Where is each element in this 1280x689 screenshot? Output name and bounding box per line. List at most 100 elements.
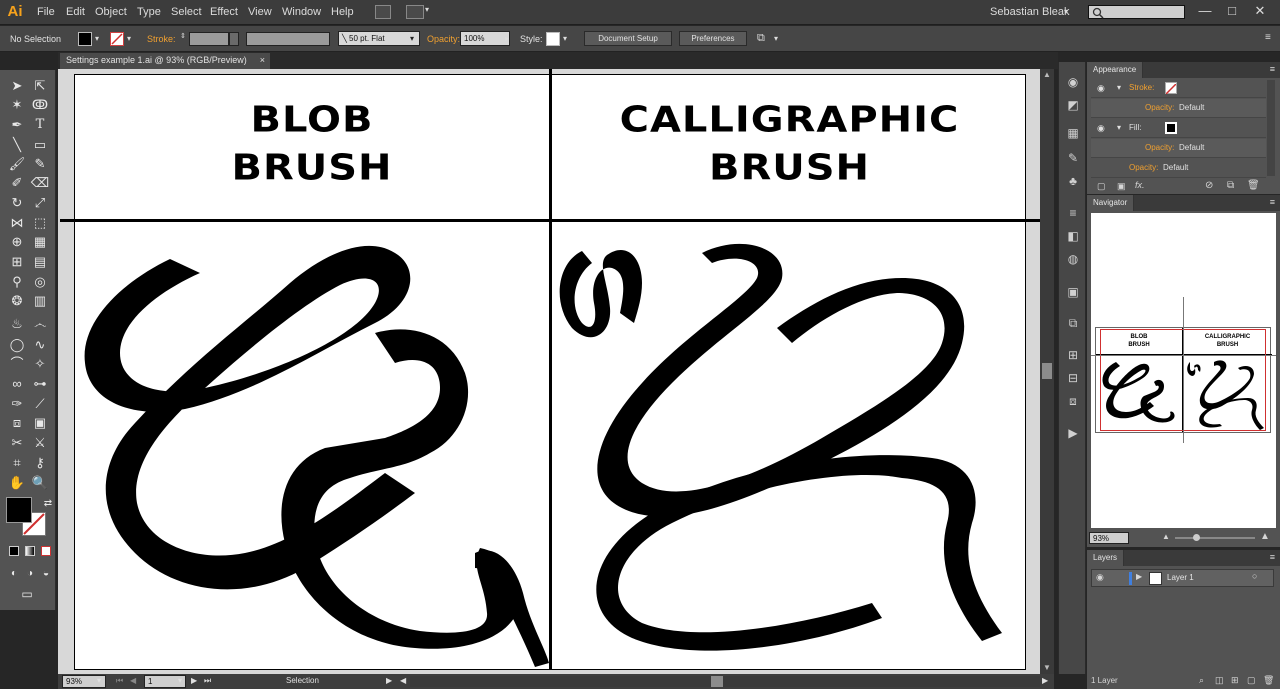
fill-color-swatch[interactable] (78, 32, 92, 46)
draw-inside-icon[interactable]: ◒ (36, 564, 56, 584)
layer-visibility-eye-icon[interactable]: ◉ (1096, 572, 1104, 583)
delete-item-icon[interactable]: 🗑 (1247, 180, 1260, 191)
align-panel-icon[interactable]: ⊞ (1065, 347, 1081, 363)
stroke-row[interactable]: ◉ ▾ Stroke: (1091, 79, 1266, 98)
layers-tab[interactable]: Layers (1087, 550, 1125, 566)
clear-appearance-icon[interactable]: ⊘ (1205, 180, 1213, 191)
pen-add-anchor-tool-icon[interactable]: ✑ (7, 394, 27, 414)
zoom-caret-icon[interactable]: ▾ (97, 676, 101, 685)
user-name[interactable]: Sebastian Bleak (990, 6, 1070, 18)
blob-stroke-tail[interactable] (475, 550, 549, 667)
new-layer-icon[interactable]: ▢ (1247, 675, 1256, 686)
close-button[interactable]: ✕ (1247, 3, 1273, 19)
expand-caret-icon[interactable]: ▾ (1117, 79, 1121, 97)
style-caret-icon[interactable]: ▾ (563, 34, 567, 43)
warp-tool-icon[interactable]: ♨ (7, 314, 27, 334)
knife-tool-icon[interactable]: ⚔ (30, 433, 50, 453)
menu-select[interactable]: Select (171, 6, 202, 18)
delete-layer-icon[interactable]: 🗑 (1263, 675, 1274, 686)
vertical-scroll-thumb[interactable] (1042, 363, 1052, 379)
layer-target-icon[interactable]: ○ (1252, 571, 1257, 581)
eyedropper-alt-tool-icon[interactable]: ⚷ (30, 453, 50, 473)
stroke-opacity-row[interactable]: Opacity: Default (1091, 99, 1266, 118)
artboards-panel-icon[interactable]: ⧈ (1065, 393, 1081, 409)
pen-tool-icon[interactable]: ✒ (7, 115, 27, 135)
selection-tool-icon[interactable]: ➤ (7, 76, 27, 96)
zoom-tool-icon[interactable]: 🔍 (30, 473, 50, 493)
symbol-sprayer-tool-icon[interactable]: ❂ (7, 291, 27, 311)
previous-artboard-icon[interactable]: ◀ (130, 676, 136, 685)
menu-edit[interactable]: Edit (66, 6, 85, 18)
blob-brush-tool-icon[interactable]: ✐ (7, 173, 27, 193)
search-input[interactable] (1088, 5, 1185, 19)
fx-icon[interactable]: fx. (1135, 180, 1145, 190)
scroll-down-arrow-icon[interactable]: ▼ (1043, 663, 1051, 672)
hand-tool-icon[interactable]: ✋ (7, 473, 27, 493)
last-artboard-icon[interactable]: ⏭ (204, 676, 211, 686)
document-tab[interactable]: Settings example 1.ai @ 93% (RGB/Preview… (60, 53, 270, 69)
slice-tool-icon[interactable]: ⧈ (7, 413, 27, 433)
eyedropper-tool-icon[interactable]: ⚲ (7, 272, 27, 292)
menu-view[interactable]: View (248, 6, 272, 18)
swap-colors-icon[interactable]: ⇄ (38, 494, 58, 514)
navigator-zoom-slider[interactable] (1175, 537, 1255, 539)
make-clipping-mask-icon[interactable]: ◫ (1215, 675, 1224, 686)
opacity-row[interactable]: Opacity: Default (1091, 159, 1266, 178)
menu-help[interactable]: Help (331, 6, 354, 18)
arc-tool-icon[interactable]: ⌒ (7, 354, 27, 374)
navigator-preview[interactable]: BLOB BRUSH CALLIGRAPHIC BRUSH (1091, 213, 1276, 528)
column-graph-tool-icon[interactable]: ▥ (30, 291, 50, 311)
direct-selection-tool-icon[interactable]: ⇱ (30, 76, 50, 96)
magic-wand-tool-icon[interactable]: ✶ (7, 95, 27, 115)
line-tool-icon[interactable]: ╲ (7, 135, 27, 155)
fill-swatch[interactable] (1165, 122, 1177, 134)
stroke-weight-field[interactable] (189, 32, 229, 46)
artboard-tool-icon[interactable]: ⌗ (7, 453, 27, 473)
blob-brush-artwork[interactable] (75, 223, 549, 669)
bridge-icon[interactable] (375, 5, 391, 19)
expand-caret-icon[interactable]: ▾ (1117, 119, 1121, 137)
pathfinder-icon[interactable]: ⊟ (1065, 370, 1081, 386)
lasso-tool-icon[interactable]: ↂ (30, 95, 50, 115)
fill-label[interactable]: Fill: (1129, 119, 1141, 137)
arrange-caret-icon[interactable]: ▾ (774, 34, 778, 43)
fill-row[interactable]: ◉ ▾ Fill: (1091, 119, 1266, 138)
arrange-caret-icon[interactable]: ▾ (425, 5, 429, 14)
mesh-tool-icon[interactable]: ⊞ (7, 252, 27, 272)
gradient-tool-icon[interactable]: ▤ (30, 252, 50, 272)
navigator-tab[interactable]: Navigator (1087, 195, 1135, 211)
calligraphic-brush-artwork[interactable] (552, 223, 1027, 669)
visibility-eye-icon[interactable]: ◉ (1097, 79, 1105, 97)
maximize-button[interactable]: □ (1219, 3, 1245, 19)
graphic-styles-icon[interactable]: ▣ (1065, 284, 1081, 300)
transparency-icon[interactable]: ◍ (1065, 251, 1081, 267)
hscroll-left-icon[interactable]: ◀ (400, 676, 406, 685)
calligraphic-stroke-top[interactable] (559, 249, 642, 338)
star-tool-icon[interactable]: ✧ (30, 354, 50, 374)
panel-menu-icon[interactable]: ≡ (1265, 32, 1271, 43)
minimize-button[interactable]: — (1192, 3, 1218, 19)
blob-stroke-top-loop[interactable] (84, 245, 416, 590)
shape-builder-tool-icon[interactable]: ⊕ (7, 232, 27, 252)
symbols-icon[interactable]: ♣ (1065, 173, 1081, 189)
transform-panel-icon[interactable]: ⧉ (1065, 315, 1081, 331)
horizontal-scrollbar[interactable] (410, 676, 1040, 687)
appearance-tab[interactable]: Appearance (1087, 62, 1144, 78)
smooth-tool-icon[interactable]: ∿ (30, 335, 50, 355)
artboard[interactable]: BLOB BRUSH CALLIGRAPHIC BRUSH (60, 69, 1042, 670)
stroke-label[interactable]: Stroke: (147, 34, 176, 44)
menu-object[interactable]: Object (95, 6, 127, 18)
scissors-tool-icon[interactable]: ✂ (7, 433, 27, 453)
navigator-menu-icon[interactable]: ≡ (1270, 197, 1275, 207)
perspective-grid-tool-icon[interactable]: ▦ (30, 232, 50, 252)
stroke-label[interactable]: Stroke: (1129, 79, 1154, 97)
actions-icon[interactable]: ▶ (1065, 425, 1081, 441)
user-caret-icon[interactable]: ▾ (1064, 7, 1068, 16)
layers-menu-icon[interactable]: ≡ (1270, 552, 1275, 562)
brush-alt-tool-icon[interactable]: ⟋ (30, 394, 50, 414)
blend-tool-icon[interactable]: ◎ (30, 272, 50, 292)
gradient-panel-icon[interactable]: ◧ (1065, 228, 1081, 244)
gradient-mode-button[interactable] (25, 546, 35, 556)
first-artboard-icon[interactable]: ⏮ (116, 676, 123, 686)
menu-file[interactable]: File (37, 6, 55, 18)
